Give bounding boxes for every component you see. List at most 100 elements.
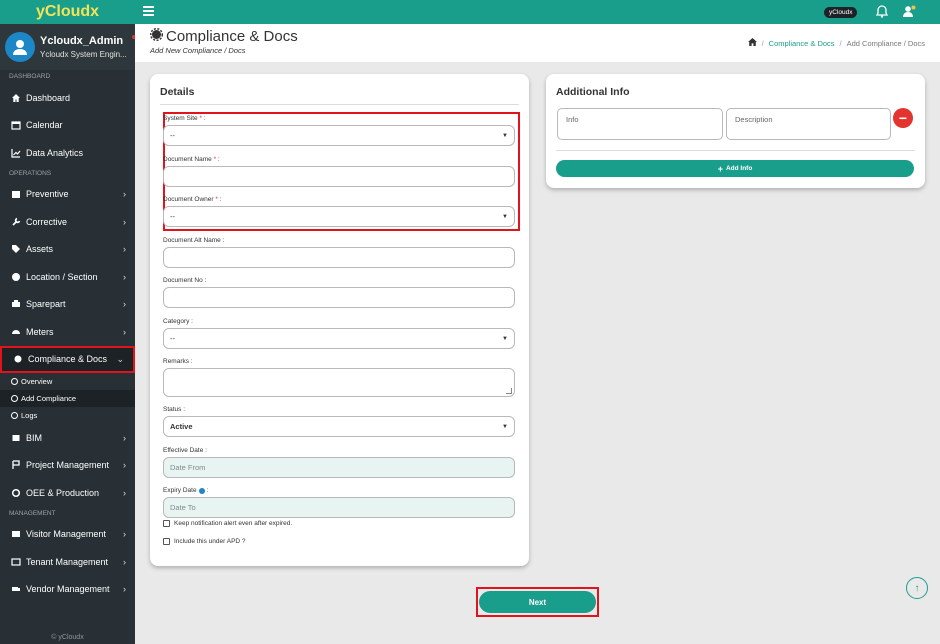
- circle-icon: [11, 378, 18, 385]
- sidebar-footer: © yCloudx: [51, 634, 84, 641]
- divider: [556, 150, 915, 151]
- chevron-right-icon: ›: [123, 584, 126, 595]
- document-owner-select[interactable]: -- ▼: [163, 206, 515, 227]
- keep-alert-checkbox-row[interactable]: Keep notification alert even after expir…: [163, 520, 292, 527]
- user-icon: [13, 40, 27, 55]
- user-profile[interactable]: Ycloudx_Admin Ycloudx System Engin...: [0, 24, 135, 70]
- chevron-right-icon: ›: [123, 271, 126, 282]
- avatar: [5, 32, 35, 62]
- sidebar-item-location-section[interactable]: Location / Section ›: [0, 263, 135, 291]
- document-no-label: Document No :: [163, 277, 207, 284]
- description-textarea[interactable]: Description: [726, 108, 891, 140]
- sidebar-item-preventive[interactable]: Preventive ›: [0, 181, 135, 209]
- factory-icon: [10, 487, 21, 498]
- page-header: Compliance & Docs Add New Compliance / D…: [135, 24, 940, 62]
- user-menu-icon[interactable]: [903, 5, 916, 20]
- effective-date-input[interactable]: Date From: [163, 457, 515, 478]
- sidebar-item-data-analytics[interactable]: Data Analytics: [0, 139, 135, 167]
- menu-toggle-icon[interactable]: [143, 6, 154, 17]
- category-select[interactable]: -- ▼: [163, 328, 515, 349]
- page-subtitle: Add New Compliance / Docs: [150, 46, 246, 55]
- chevron-right-icon: ›: [123, 244, 126, 255]
- include-apd-checkbox-row[interactable]: Include this under APD ?: [163, 538, 246, 545]
- bell-icon[interactable]: [875, 5, 889, 20]
- sidebar-subitem-add-compliance[interactable]: Add Compliance: [0, 390, 135, 407]
- sidebar-item-sparepart[interactable]: Sparepart ›: [0, 291, 135, 319]
- document-name-input[interactable]: [163, 166, 515, 187]
- additional-info-title: Additional Info: [556, 86, 630, 98]
- breadcrumb-link[interactable]: Compliance & Docs: [769, 39, 835, 48]
- home-icon: [10, 92, 21, 103]
- sidebar-subitem-overview[interactable]: Overview: [0, 373, 135, 390]
- chevron-right-icon: ›: [123, 189, 126, 200]
- system-site-select[interactable]: -- ▼: [163, 125, 515, 146]
- add-info-button[interactable]: + Add Info: [556, 160, 914, 177]
- user-role: Ycloudx System Engin...: [40, 50, 127, 59]
- breadcrumb-current: Add Compliance / Docs: [846, 38, 925, 48]
- expiry-date-input[interactable]: Date To: [163, 497, 515, 518]
- category-label: Category :: [163, 318, 193, 325]
- document-alt-name-input[interactable]: [163, 247, 515, 268]
- info-textarea[interactable]: Info: [557, 108, 723, 140]
- checkbox[interactable]: [163, 538, 170, 545]
- chevron-right-icon: ›: [123, 487, 126, 498]
- sidebar-item-dashboard[interactable]: Dashboard: [0, 84, 135, 112]
- next-button[interactable]: Next: [479, 591, 596, 613]
- calendar-icon: [10, 189, 21, 200]
- sidebar-item-compliance-docs[interactable]: Compliance & Docs ⌄: [0, 345, 135, 373]
- vendor-icon: [10, 584, 21, 595]
- breadcrumb-separator: /: [839, 38, 842, 48]
- sidebar-item-assets[interactable]: Assets ›: [0, 236, 135, 264]
- sidebar-subitem-logs[interactable]: Logs: [0, 407, 135, 424]
- document-owner-label: Document Owner * :: [163, 196, 222, 203]
- home-icon[interactable]: [747, 38, 757, 48]
- remarks-label: Remarks :: [163, 358, 193, 365]
- project-icon: [10, 460, 21, 471]
- info-icon[interactable]: [198, 487, 205, 494]
- sidebar-item-bim[interactable]: BIM ›: [0, 424, 135, 452]
- sidebar-item-meters[interactable]: Meters ›: [0, 318, 135, 346]
- brand-logo[interactable]: yCloudx: [0, 0, 135, 24]
- chevron-right-icon: ›: [123, 326, 126, 337]
- chart-icon: [10, 147, 21, 158]
- chevron-right-icon: ›: [123, 432, 126, 443]
- remove-row-button[interactable]: −: [893, 108, 913, 128]
- globe-icon: [10, 271, 21, 282]
- sidebar-item-calendar[interactable]: Calendar: [0, 112, 135, 140]
- page-title: Compliance & Docs: [149, 27, 298, 45]
- section-management: MANAGEMENT: [9, 509, 56, 517]
- tenant-chip[interactable]: yCloudx: [824, 7, 858, 18]
- caret-down-icon: ▼: [502, 336, 508, 342]
- wrench-icon: [10, 216, 21, 227]
- caret-down-icon: ▼: [502, 424, 508, 430]
- document-name-label: Document Name * :: [163, 156, 220, 163]
- gear-icon: [12, 354, 23, 365]
- sidebar-item-visitor-management[interactable]: Visitor Management ›: [0, 521, 135, 549]
- system-site-label: System Site * :: [163, 115, 206, 122]
- sidebar: yCloudx Ycloudx_Admin Ycloudx System Eng…: [0, 0, 135, 644]
- chevron-down-icon: ⌄: [116, 353, 124, 364]
- breadcrumb: / Compliance & Docs / Add Compliance / D…: [747, 38, 925, 48]
- id-card-icon: [10, 529, 21, 540]
- circle-icon: [11, 412, 18, 419]
- sparepart-icon: [10, 299, 21, 310]
- chevron-right-icon: ›: [123, 299, 126, 310]
- document-no-input[interactable]: [163, 287, 515, 308]
- plus-icon: +: [717, 163, 723, 174]
- sidebar-item-project-management[interactable]: Project Management ›: [0, 452, 135, 480]
- details-card: Details System Site * : -- ▼ Document Nam…: [150, 74, 529, 566]
- resize-handle[interactable]: [506, 388, 512, 394]
- status-select[interactable]: Active ▼: [163, 416, 515, 437]
- scroll-to-top-button[interactable]: ↑: [906, 577, 928, 599]
- additional-info-card: Additional Info Info Description − + Add …: [546, 74, 925, 188]
- sidebar-item-tenant-management[interactable]: Tenant Management ›: [0, 548, 135, 576]
- sidebar-item-oee-production[interactable]: OEE & Production ›: [0, 479, 135, 507]
- gear-icon: [149, 27, 164, 45]
- sidebar-item-corrective[interactable]: Corrective ›: [0, 208, 135, 236]
- checkbox[interactable]: [163, 520, 170, 527]
- remarks-textarea[interactable]: [163, 368, 515, 397]
- sidebar-item-vendor-management[interactable]: Vendor Management ›: [0, 576, 135, 604]
- divider: [160, 104, 519, 105]
- section-dashboard: DASHBOARD: [9, 73, 51, 80]
- effective-date-label: Effective Date :: [163, 447, 207, 454]
